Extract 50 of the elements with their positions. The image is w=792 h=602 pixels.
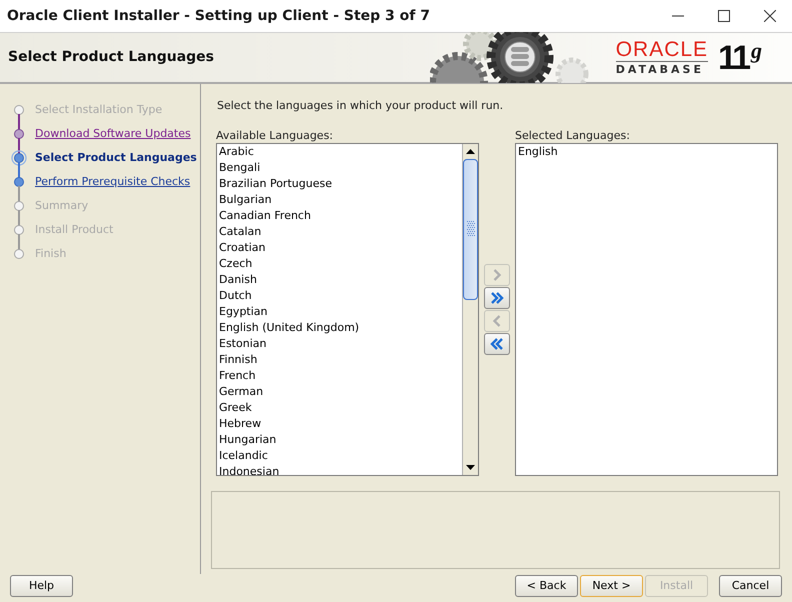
close-icon[interactable] (764, 10, 776, 22)
language-item[interactable]: Catalan (219, 224, 462, 240)
available-languages-label: Available Languages: (216, 128, 334, 142)
scroll-thumb[interactable] (463, 158, 478, 300)
available-languages-list[interactable] (216, 142, 479, 476)
chevron-left-icon (489, 336, 505, 352)
language-item[interactable]: Bengali (219, 160, 462, 176)
language-item[interactable]: English (United Kingdom) (219, 320, 462, 336)
move-button[interactable] (484, 286, 510, 308)
chevron-right-icon (489, 290, 505, 306)
selected-languages-list[interactable]: English (515, 142, 778, 476)
language-item[interactable]: English (518, 144, 777, 160)
window-title: Oracle Client Installer - Setting up Client - Step 3 of 7 (7, 6, 432, 26)
step-label: Summary (35, 198, 88, 214)
language-item[interactable]: Arabic (219, 144, 462, 160)
language-item[interactable]: Finnish (219, 352, 462, 368)
language-item[interactable]: Czech (219, 256, 462, 272)
language-item[interactable]: Icelandic (219, 448, 462, 464)
step-label: Finish (35, 246, 66, 262)
logo-product-name: DATABASE (616, 60, 708, 76)
language-item[interactable]: Hebrew (219, 416, 462, 432)
language-item[interactable]: Hungarian (219, 432, 462, 448)
language-item[interactable]: Brazilian Portuguese (219, 176, 462, 192)
move-button[interactable] (484, 332, 510, 354)
language-item[interactable]: French (219, 368, 462, 384)
language-item[interactable]: Bulgarian (219, 192, 462, 208)
language-item[interactable]: Indonesian (219, 464, 462, 474)
language-item[interactable]: Danish (219, 272, 462, 288)
language-item[interactable]: Croatian (219, 240, 462, 256)
dialog-button[interactable]: Next > (580, 575, 643, 597)
language-item[interactable]: Egyptian (219, 304, 462, 320)
step-label: Select Installation Type (35, 102, 162, 118)
language-item[interactable]: German (219, 384, 462, 400)
language-item[interactable]: Estonian (219, 336, 462, 352)
instruction-text: Select the languages in which your product will run. (217, 98, 504, 114)
step-label[interactable]: Download Software Updates (35, 126, 191, 142)
scrollbar[interactable] (462, 144, 478, 474)
language-item[interactable]: Dutch (219, 288, 462, 304)
page-title: Select Product Languages (7, 48, 215, 67)
language-item[interactable]: Canadian French (219, 208, 462, 224)
language-item[interactable]: Greek (219, 400, 462, 416)
dialog-button[interactable]: Cancel (719, 575, 782, 597)
oracle-logo: ORACLE (616, 38, 708, 60)
selected-languages-label: Selected Languages: (515, 128, 631, 142)
step-label[interactable]: Perform Prerequisite Checks (35, 174, 190, 190)
step-label[interactable]: Select Product Languages (35, 150, 197, 166)
maximize-icon[interactable] (718, 10, 730, 22)
dialog-button[interactable]: < Back (515, 575, 578, 597)
dialog-button[interactable]: Help (10, 575, 73, 597)
step-label: Install Product (35, 222, 114, 238)
